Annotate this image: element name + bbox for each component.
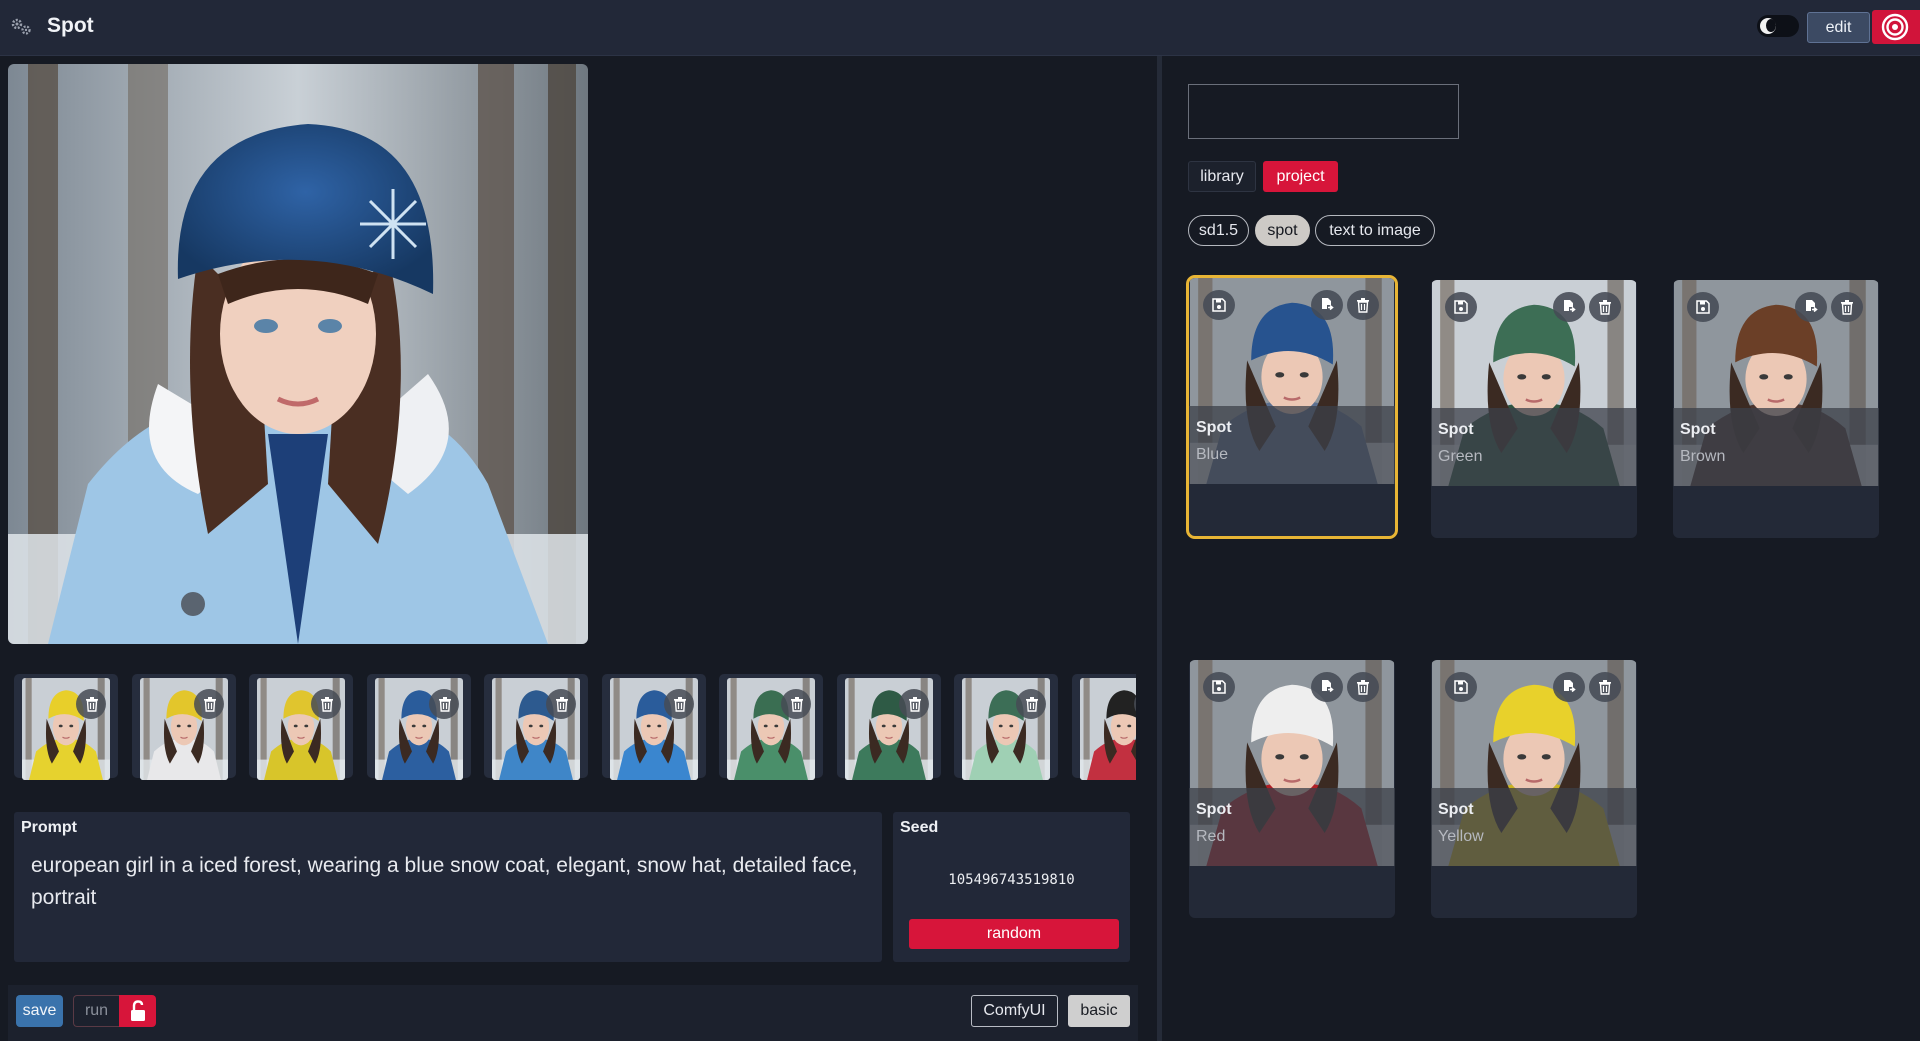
- history-thumbnail[interactable]: [719, 674, 823, 780]
- card-load-button[interactable]: [1795, 292, 1827, 322]
- panel-divider[interactable]: [1157, 56, 1162, 1041]
- history-thumbnail[interactable]: [131, 674, 236, 780]
- search-input[interactable]: [1188, 84, 1459, 139]
- workflow-card[interactable]: Spot Green: [1431, 280, 1637, 538]
- comfyui-button[interactable]: ComfyUI: [971, 995, 1058, 1027]
- tag-spot[interactable]: spot: [1255, 215, 1310, 246]
- card-subtitle: Red: [1196, 828, 1226, 845]
- card-save-button[interactable]: [1445, 672, 1477, 702]
- unlock-icon: [131, 1000, 145, 1021]
- prompt-input[interactable]: european girl in a iced forest, wearing …: [31, 850, 861, 914]
- delete-thumbnail-button[interactable]: [546, 689, 576, 719]
- delete-thumbnail-button[interactable]: [1016, 689, 1046, 719]
- target-button[interactable]: [1872, 10, 1920, 44]
- tag-text-to-image[interactable]: text to image: [1315, 215, 1435, 246]
- workflow-card[interactable]: Spot Brown: [1673, 280, 1879, 538]
- card-delete-button[interactable]: [1589, 292, 1621, 322]
- workflow-card[interactable]: Spot Blue: [1186, 275, 1398, 539]
- card-save-button[interactable]: [1445, 292, 1477, 322]
- history-thumbnail[interactable]: [1071, 674, 1136, 780]
- history-thumbnail[interactable]: [954, 674, 1058, 780]
- card-subtitle: Yellow: [1438, 828, 1484, 845]
- top-bar: Spot edit: [0, 0, 1920, 56]
- card-title: Spot: [1196, 419, 1232, 436]
- card-save-button[interactable]: [1687, 292, 1719, 322]
- app-title: Spot: [47, 14, 94, 37]
- delete-thumbnail-button[interactable]: [428, 689, 459, 719]
- tab-library[interactable]: library: [1188, 161, 1256, 192]
- save-button[interactable]: save: [16, 995, 63, 1027]
- card-title: Spot: [1438, 801, 1474, 818]
- card-delete-button[interactable]: [1831, 292, 1863, 322]
- random-seed-button[interactable]: random: [909, 919, 1119, 949]
- history-thumbnail[interactable]: [249, 674, 353, 780]
- card-info: Spot Green: [1431, 408, 1637, 486]
- card-title: Spot: [1438, 421, 1474, 438]
- card-load-button[interactable]: [1553, 292, 1585, 322]
- delete-thumbnail-button[interactable]: [663, 689, 694, 719]
- history-thumbnail[interactable]: [484, 674, 588, 780]
- card-info: Spot Yellow: [1431, 788, 1637, 866]
- history-thumbnails: [14, 670, 1136, 782]
- delete-thumbnail-button[interactable]: [76, 689, 106, 719]
- card-subtitle: Brown: [1680, 448, 1726, 465]
- card-delete-button[interactable]: [1589, 672, 1621, 702]
- basic-mode-button[interactable]: basic: [1068, 995, 1130, 1027]
- seed-label: Seed: [900, 819, 939, 836]
- run-button[interactable]: run: [73, 995, 119, 1027]
- workflow-card[interactable]: Spot Yellow: [1431, 660, 1637, 918]
- card-save-button[interactable]: [1203, 290, 1235, 320]
- prompt-panel: Prompt european girl in a iced forest, w…: [14, 812, 882, 962]
- card-load-button[interactable]: [1553, 672, 1585, 702]
- card-load-button[interactable]: [1311, 672, 1343, 702]
- card-delete-button[interactable]: [1347, 672, 1379, 702]
- tag-sd15[interactable]: sd1.5: [1188, 215, 1249, 246]
- thumbnail-image: [1079, 678, 1136, 780]
- gears-icon: [11, 18, 31, 35]
- lock-button[interactable]: [119, 995, 156, 1027]
- history-thumbnail[interactable]: [14, 674, 118, 780]
- card-delete-button[interactable]: [1347, 290, 1379, 320]
- delete-thumbnail-button[interactable]: [193, 689, 224, 719]
- history-thumbnail[interactable]: [836, 674, 941, 780]
- card-info: Spot Red: [1189, 788, 1395, 866]
- history-thumbnail[interactable]: [601, 674, 706, 780]
- card-save-button[interactable]: [1203, 672, 1235, 702]
- tab-project[interactable]: project: [1263, 161, 1338, 192]
- seed-input[interactable]: 105496743519810: [893, 872, 1130, 888]
- workflow-card[interactable]: Spot Red: [1189, 660, 1395, 918]
- edit-button[interactable]: edit: [1807, 12, 1870, 43]
- card-subtitle: Blue: [1196, 446, 1229, 463]
- delete-thumbnail-button[interactable]: [898, 689, 929, 719]
- card-title: Spot: [1196, 801, 1232, 818]
- card-subtitle: Green: [1438, 448, 1483, 465]
- generated-image: [8, 64, 588, 644]
- delete-thumbnail-button[interactable]: [781, 689, 811, 719]
- card-info: Spot Brown: [1673, 408, 1879, 486]
- card-title: Spot: [1680, 421, 1716, 438]
- action-bar: save run ComfyUI basic: [8, 985, 1138, 1041]
- target-icon: [1881, 13, 1909, 41]
- theme-toggle[interactable]: [1757, 15, 1799, 37]
- history-thumbnail[interactable]: [366, 674, 471, 780]
- moon-icon: [1760, 18, 1776, 34]
- prompt-label: Prompt: [21, 819, 77, 836]
- delete-thumbnail-button[interactable]: [311, 689, 341, 719]
- card-info: Spot Blue: [1189, 406, 1395, 484]
- seed-panel: Seed 105496743519810 random: [893, 812, 1130, 962]
- card-load-button[interactable]: [1311, 290, 1343, 320]
